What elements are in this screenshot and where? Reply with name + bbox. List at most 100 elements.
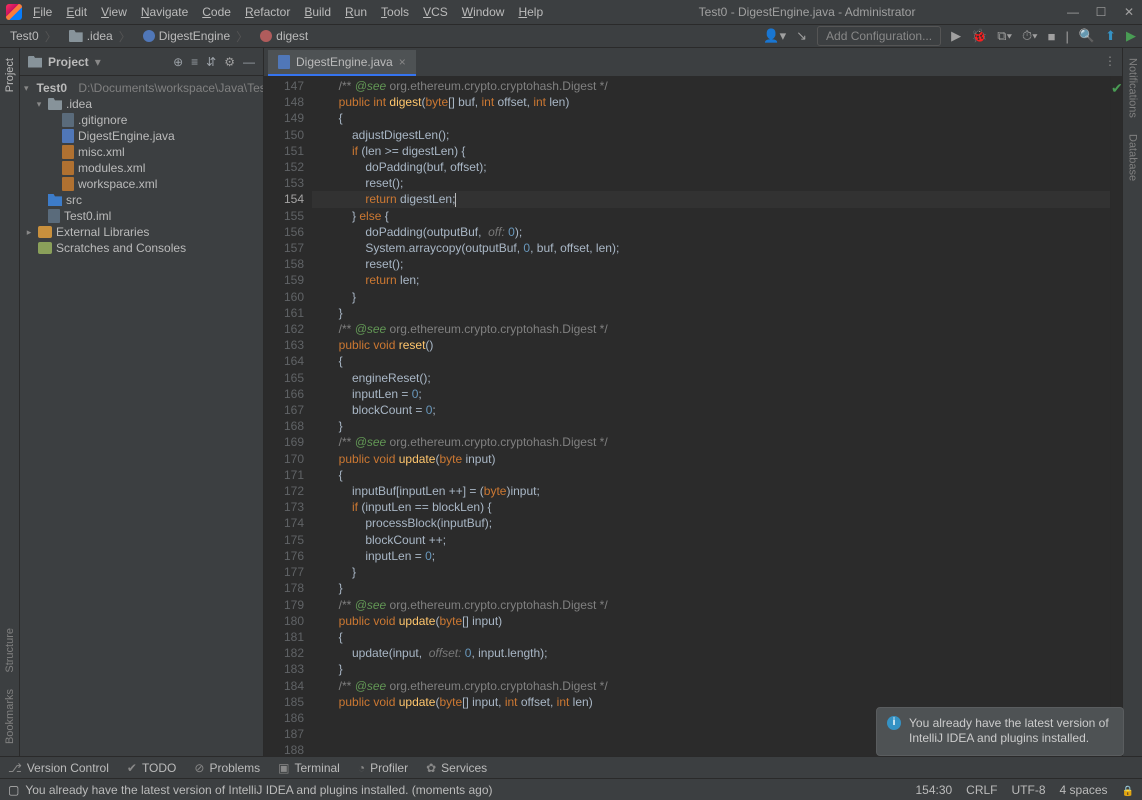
code-line[interactable]: blockCount ++; bbox=[312, 532, 1110, 548]
menu-refactor[interactable]: Refactor bbox=[240, 3, 295, 21]
code-line[interactable]: if (inputLen == blockLen) { bbox=[312, 499, 1110, 515]
code-line[interactable]: System.arraycopy(outputBuf, 0, buf, offs… bbox=[312, 240, 1110, 256]
code-line[interactable]: inputLen = 0; bbox=[312, 548, 1110, 564]
code-line[interactable]: { bbox=[312, 467, 1110, 483]
code-line[interactable]: doPadding(buf, offset); bbox=[312, 159, 1110, 175]
menu-help[interactable]: Help bbox=[513, 3, 548, 21]
menu-run[interactable]: Run bbox=[340, 3, 372, 21]
code-content[interactable]: /** @see org.ethereum.crypto.cryptohash.… bbox=[312, 76, 1110, 756]
tree-file-workspace[interactable]: workspace.xml bbox=[20, 176, 263, 192]
status-icon[interactable]: ▢ bbox=[8, 783, 19, 797]
code-line[interactable]: } else { bbox=[312, 208, 1110, 224]
tree-src-folder[interactable]: src bbox=[20, 192, 263, 208]
crumb-folder[interactable]: .idea〉 bbox=[65, 28, 137, 45]
code-line[interactable]: } bbox=[312, 580, 1110, 596]
code-line[interactable]: } bbox=[312, 418, 1110, 434]
code-line[interactable]: processBlock(inputBuf); bbox=[312, 515, 1110, 531]
ide-settings-icon[interactable]: ▶ bbox=[1126, 28, 1136, 44]
settings-icon[interactable] bbox=[224, 55, 235, 69]
menu-file[interactable]: File bbox=[28, 3, 57, 21]
select-opened-icon[interactable]: ⊕ bbox=[173, 55, 183, 69]
file-encoding[interactable]: UTF-8 bbox=[1012, 783, 1046, 797]
stop-icon[interactable]: ■ bbox=[1048, 29, 1056, 44]
menu-tools[interactable]: Tools bbox=[376, 3, 414, 21]
tool-profiler[interactable]: ◔Profiler bbox=[358, 761, 408, 775]
error-stripe[interactable]: ✔ bbox=[1110, 76, 1122, 756]
tab-options-icon[interactable]: ⋮ bbox=[1104, 54, 1116, 68]
code-editor[interactable]: 1471481491501511521531541551561571581591… bbox=[264, 76, 1122, 756]
code-line[interactable]: } bbox=[312, 289, 1110, 305]
run-icon[interactable]: ▶ bbox=[951, 28, 961, 44]
code-line[interactable]: /** @see org.ethereum.crypto.cryptohash.… bbox=[312, 434, 1110, 450]
tree-file-modules[interactable]: modules.xml bbox=[20, 160, 263, 176]
tool-todo[interactable]: ✔TODO bbox=[127, 761, 177, 775]
menu-code[interactable]: Code bbox=[197, 3, 236, 21]
tool-database-tab[interactable]: Database bbox=[1127, 130, 1139, 185]
tool-terminal[interactable]: ▣Terminal bbox=[278, 761, 340, 775]
code-line[interactable]: blockCount = 0; bbox=[312, 402, 1110, 418]
updates-icon[interactable]: ⬆ bbox=[1105, 28, 1116, 44]
close-button[interactable]: ✕ bbox=[1122, 5, 1136, 19]
code-line[interactable]: { bbox=[312, 629, 1110, 645]
code-line[interactable]: } bbox=[312, 661, 1110, 677]
code-line[interactable]: /** @see org.ethereum.crypto.cryptohash.… bbox=[312, 597, 1110, 613]
dropdown-icon[interactable]: ▾ bbox=[95, 55, 101, 69]
expand-all-icon[interactable]: ≡ bbox=[191, 55, 198, 69]
search-everywhere-icon[interactable]: 🔍 bbox=[1079, 28, 1095, 44]
user-icon[interactable]: 👤▾ bbox=[763, 28, 786, 44]
crumb-class[interactable]: DigestEngine〉 bbox=[139, 28, 254, 45]
line-separator[interactable]: CRLF bbox=[966, 783, 997, 797]
code-line[interactable]: inputLen = 0; bbox=[312, 386, 1110, 402]
crumb-method[interactable]: digest bbox=[256, 29, 312, 43]
tree-root[interactable]: ▾ Test0 D:\Documents\workspace\Java\Test… bbox=[20, 80, 263, 96]
code-line[interactable]: public void update(byte[] input) bbox=[312, 613, 1110, 629]
menu-window[interactable]: Window bbox=[457, 3, 510, 21]
code-line[interactable]: engineReset(); bbox=[312, 370, 1110, 386]
menu-view[interactable]: View bbox=[96, 3, 132, 21]
menu-navigate[interactable]: Navigate bbox=[136, 3, 193, 21]
debug-icon[interactable]: 🐞 bbox=[971, 28, 987, 44]
tool-bookmarks-tab[interactable]: Bookmarks bbox=[4, 685, 16, 748]
code-line[interactable]: } bbox=[312, 305, 1110, 321]
caret-position[interactable]: 154:30 bbox=[915, 783, 952, 797]
tool-project-tab[interactable]: Project bbox=[4, 54, 16, 96]
tool-problems[interactable]: ⊘Problems bbox=[194, 761, 260, 775]
build-icon[interactable]: ↘ bbox=[796, 28, 807, 44]
tree-ext-libraries[interactable]: ▸ External Libraries bbox=[20, 224, 263, 240]
code-line[interactable]: inputBuf[inputLen ++] = (byte)input; bbox=[312, 483, 1110, 499]
close-tab-icon[interactable]: × bbox=[399, 55, 406, 69]
code-line[interactable]: public void update(byte input) bbox=[312, 451, 1110, 467]
readonly-lock-icon[interactable] bbox=[1122, 783, 1134, 797]
code-line[interactable]: /** @see org.ethereum.crypto.cryptohash.… bbox=[312, 78, 1110, 94]
crumb-project[interactable]: Test0〉 bbox=[6, 28, 63, 45]
indent-info[interactable]: 4 spaces bbox=[1060, 783, 1108, 797]
tree-file-gitignore[interactable]: .gitignore bbox=[20, 112, 263, 128]
tool-structure-tab[interactable]: Structure bbox=[4, 624, 16, 677]
editor-tab-active[interactable]: DigestEngine.java × bbox=[268, 50, 416, 76]
code-line[interactable]: update(input, offset: 0, input.length); bbox=[312, 645, 1110, 661]
tree-scratches[interactable]: Scratches and Consoles bbox=[20, 240, 263, 256]
code-line[interactable]: reset(); bbox=[312, 256, 1110, 272]
code-line[interactable]: public int digest(byte[] buf, int offset… bbox=[312, 94, 1110, 110]
tree-idea-folder[interactable]: ▾ .idea bbox=[20, 96, 263, 112]
add-configuration-button[interactable]: Add Configuration... bbox=[817, 26, 941, 46]
code-line[interactable]: return digestLen; bbox=[312, 191, 1110, 207]
menu-build[interactable]: Build bbox=[299, 3, 336, 21]
code-line[interactable]: adjustDigestLen(); bbox=[312, 127, 1110, 143]
code-line[interactable]: /** @see org.ethereum.crypto.cryptohash.… bbox=[312, 321, 1110, 337]
code-line[interactable]: { bbox=[312, 353, 1110, 369]
minimize-button[interactable]: — bbox=[1066, 5, 1080, 19]
notification-balloon[interactable]: i You already have the latest version of… bbox=[876, 707, 1124, 756]
code-line[interactable]: } bbox=[312, 564, 1110, 580]
code-line[interactable]: /** @see org.ethereum.crypto.cryptohash.… bbox=[312, 678, 1110, 694]
menu-edit[interactable]: Edit bbox=[61, 3, 92, 21]
menu-vcs[interactable]: VCS bbox=[418, 3, 453, 21]
code-line[interactable]: reset(); bbox=[312, 175, 1110, 191]
code-line[interactable]: { bbox=[312, 110, 1110, 126]
tree-file-digestengine[interactable]: DigestEngine.java bbox=[20, 128, 263, 144]
tool-notifications-tab[interactable]: Notifications bbox=[1127, 54, 1139, 122]
maximize-button[interactable]: ☐ bbox=[1094, 5, 1108, 19]
profile-icon[interactable]: ⏱▾ bbox=[1022, 28, 1038, 44]
code-line[interactable]: return len; bbox=[312, 272, 1110, 288]
code-line[interactable]: doPadding(outputBuf, off: 0); bbox=[312, 224, 1110, 240]
